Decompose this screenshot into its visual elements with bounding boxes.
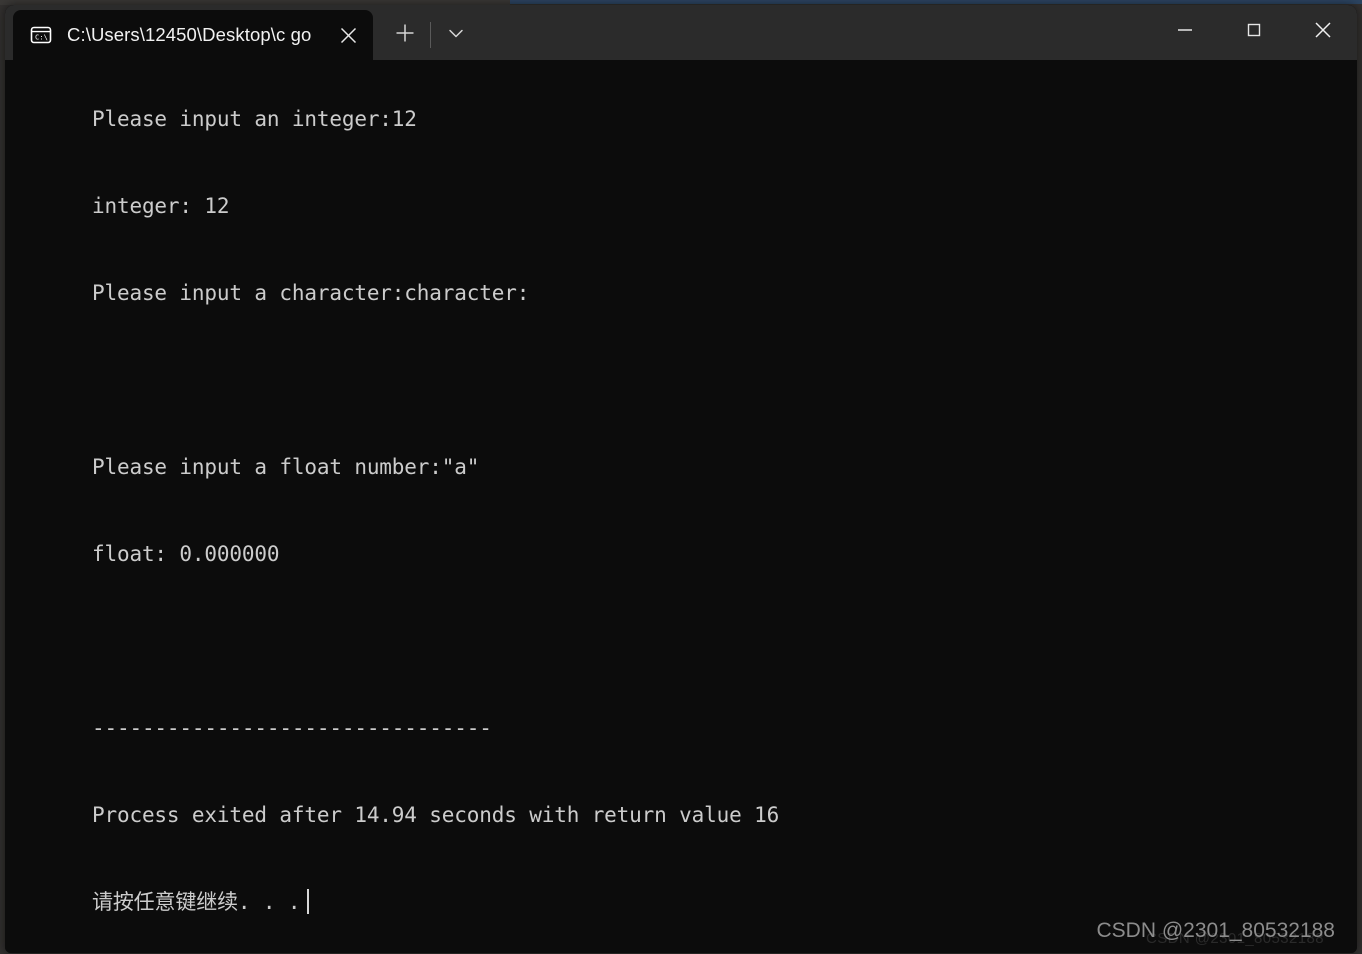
console-line-exit-message: Process exited after 14.94 seconds with …: [91, 803, 780, 827]
plus-icon: [394, 22, 416, 49]
command-prompt-icon: C:\: [29, 23, 53, 47]
console-line-separator: --------------------------------: [91, 716, 492, 740]
console-line-press-any-key: 请按任意键继续. . .: [91, 890, 301, 914]
console-line-prompt-integer: Please input an integer:12: [91, 107, 417, 131]
desktop-strip-right: [510, 0, 1362, 4]
tab-bar-divider: [430, 22, 432, 48]
console-output: Please input an integer:12 integer: 12 P…: [17, 76, 1357, 946]
console-line-prompt-float: Please input a float number:"a": [91, 455, 480, 479]
svg-text:C:\: C:\: [35, 33, 48, 42]
terminal-window: C:\ C:\Users\12450\Desktop\c go Please i…: [5, 5, 1357, 953]
tab-console[interactable]: C:\ C:\Users\12450\Desktop\c go: [13, 10, 374, 60]
new-tab-button[interactable]: [382, 10, 428, 60]
tab-close-button[interactable]: [327, 10, 369, 60]
minimize-button[interactable]: [1150, 5, 1219, 60]
close-icon: [1311, 18, 1335, 47]
console-line-echo-float: float: 0.000000: [91, 542, 280, 566]
title-bar[interactable]: C:\ C:\Users\12450\Desktop\c go: [5, 5, 1357, 60]
console-line-echo-integer: integer: 12: [91, 194, 230, 218]
text-cursor: [307, 889, 310, 914]
minimize-icon: [1174, 19, 1196, 46]
chevron-down-icon: [446, 23, 466, 48]
maximize-button[interactable]: [1219, 5, 1288, 60]
tab-dropdown-button[interactable]: [433, 10, 479, 60]
watermark: CSDN @2301_80532188: [1096, 919, 1336, 942]
close-button[interactable]: [1288, 5, 1357, 60]
tab-strip: C:\ C:\Users\12450\Desktop\c go: [13, 10, 479, 60]
console-line-prompt-character: Please input a character:character:: [91, 281, 530, 305]
maximize-icon: [1243, 19, 1265, 46]
window-controls: [1150, 5, 1357, 60]
terminal-body[interactable]: Please input an integer:12 integer: 12 P…: [5, 60, 1357, 953]
tab-title: C:\Users\12450\Desktop\c go: [67, 24, 312, 45]
